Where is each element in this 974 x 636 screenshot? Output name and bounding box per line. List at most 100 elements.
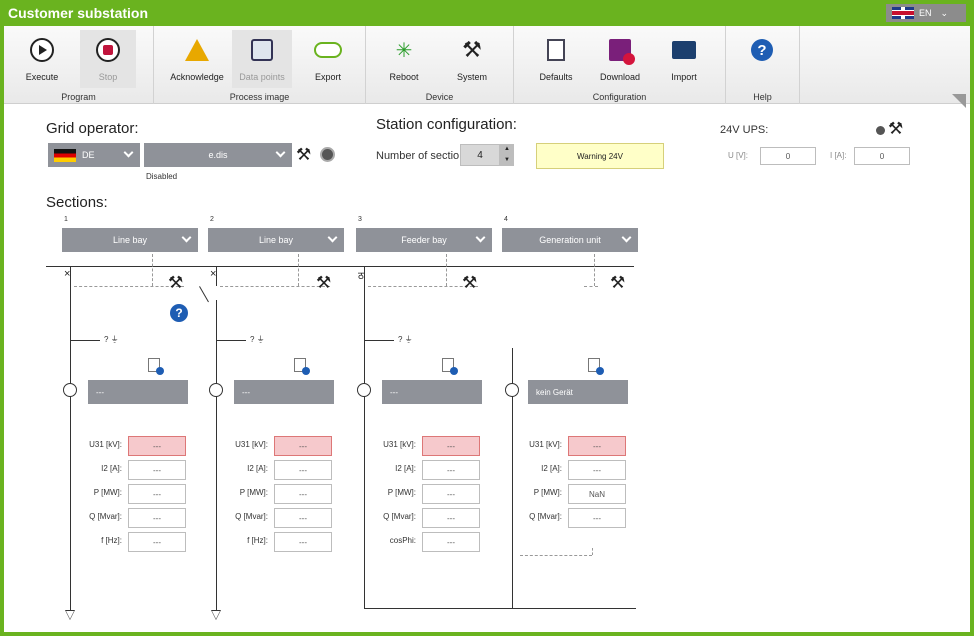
operator-dropdown[interactable]: e.dis xyxy=(144,143,292,167)
data-points-button[interactable]: Data points xyxy=(232,30,292,88)
measurement-label: cosPhi: xyxy=(389,536,416,545)
number-of-sections-label: Number of sectio xyxy=(376,150,460,162)
app-window: Customer substation EN ⌄ Execute Stop Pr… xyxy=(0,0,974,636)
number-of-sections-input[interactable]: 4 xyxy=(460,144,500,166)
signal-dash xyxy=(520,555,592,556)
chevron-down-icon xyxy=(475,232,486,243)
feeder-arrow-icon xyxy=(211,610,221,620)
stop-button[interactable]: Stop xyxy=(80,30,136,88)
measurement-value: --- xyxy=(422,508,480,528)
ribbon-group-configuration: Defaults Download Import Configuration xyxy=(514,26,726,104)
measurement-label: Q [Mvar]: xyxy=(89,512,122,521)
section-type-dropdown[interactable]: Generation unit xyxy=(502,228,638,252)
section-number: 4 xyxy=(504,216,508,223)
section-type-dropdown[interactable]: Line bay xyxy=(208,228,344,252)
signal-dash xyxy=(298,254,299,286)
section-number: 3 xyxy=(358,216,362,223)
measurement-label: P [MW]: xyxy=(93,488,122,497)
measurement-label: U31 [kV]: xyxy=(89,440,122,449)
earth-switch-icon: ? ⏚ xyxy=(398,335,413,344)
current-transformer-icon xyxy=(357,383,371,397)
operator-status-indicator-icon xyxy=(320,147,335,162)
device-bar: --- xyxy=(234,380,334,404)
measurement-label: f [Hz]: xyxy=(247,536,268,545)
device-info-icon[interactable] xyxy=(442,358,458,375)
signal-dash xyxy=(220,286,330,287)
section-settings-icon[interactable]: ⚒ xyxy=(610,274,625,291)
chevron-down-icon xyxy=(327,232,338,243)
measurement-value: --- xyxy=(568,460,626,480)
stop-icon xyxy=(96,38,120,62)
import-button[interactable]: Import xyxy=(656,30,712,88)
chevron-down-icon xyxy=(181,232,192,243)
section-type-dropdown[interactable]: Line bay xyxy=(62,228,198,252)
number-of-sections-stepper[interactable]: ▲ ▼ xyxy=(500,144,514,166)
device-bar: --- xyxy=(382,380,482,404)
reboot-button[interactable]: ✳ Reboot xyxy=(376,30,432,88)
section-number: 1 xyxy=(64,216,68,223)
earth-connection xyxy=(216,340,246,341)
language-label: EN xyxy=(919,8,932,18)
uk-flag-icon xyxy=(892,7,914,19)
warning-icon xyxy=(185,39,209,61)
download-button[interactable]: Download xyxy=(592,30,648,88)
device-bar: kein Gerät xyxy=(528,380,628,404)
device-info-icon[interactable] xyxy=(588,358,604,375)
section-number: 2 xyxy=(210,216,214,223)
system-button[interactable]: ⚒ System xyxy=(444,30,500,88)
section-settings-icon[interactable]: ⚒ xyxy=(316,274,331,291)
measurement-label: U31 [kV]: xyxy=(529,440,562,449)
measurement-value: --- xyxy=(128,508,186,528)
measurement-value: --- xyxy=(128,532,186,552)
measurement-value: --- xyxy=(422,436,480,456)
measurement-value: --- xyxy=(422,532,480,552)
measurement-value: --- xyxy=(274,508,332,528)
measurement-label: P [MW]: xyxy=(533,488,562,497)
resize-corner-icon xyxy=(952,94,966,108)
section-type-value: Line bay xyxy=(258,235,294,245)
section-type-value: Line bay xyxy=(112,235,148,245)
chevron-down-icon xyxy=(275,147,286,158)
stepper-down-icon[interactable]: ▼ xyxy=(500,155,514,166)
help-icon[interactable]: ? xyxy=(170,304,188,322)
language-selector[interactable]: EN ⌄ xyxy=(886,4,966,22)
section-settings-icon[interactable]: ⚒ xyxy=(462,274,477,291)
help-icon: ? xyxy=(751,39,773,61)
ribbon-group-process-image: Acknowledge Data points Export Process i… xyxy=(154,26,366,104)
stepper-up-icon[interactable]: ▲ xyxy=(500,144,514,155)
operator-value: e.dis xyxy=(208,150,228,160)
measurement-label: U31 [kV]: xyxy=(383,440,416,449)
defaults-button[interactable]: Defaults xyxy=(528,30,584,88)
device-info-icon[interactable] xyxy=(148,358,164,375)
breaker-icon: ठ xyxy=(358,271,364,282)
germany-flag-icon xyxy=(54,148,76,162)
acknowledge-button[interactable]: Acknowledge xyxy=(166,30,228,88)
grid-operator-heading: Grid operator: xyxy=(46,120,139,137)
folder-icon xyxy=(672,41,696,59)
execute-button[interactable]: Execute xyxy=(14,30,70,88)
current-transformer-icon xyxy=(209,383,223,397)
export-button[interactable]: Export xyxy=(300,30,356,88)
ribbon-group-program: Execute Stop Program xyxy=(4,26,154,104)
chevron-down-icon xyxy=(621,232,632,243)
country-dropdown[interactable]: DE xyxy=(48,143,140,167)
measurement-value: --- xyxy=(568,508,626,528)
cloud-icon xyxy=(314,42,342,58)
help-button[interactable]: ? xyxy=(734,30,790,88)
signal-dash xyxy=(592,548,593,555)
ribbon-toolbar: Execute Stop Program Acknowledge Data po… xyxy=(4,26,970,108)
device-info-icon[interactable] xyxy=(294,358,310,375)
measurement-label: U31 [kV]: xyxy=(235,440,268,449)
measurement-value: --- xyxy=(274,436,332,456)
operator-settings-icon[interactable]: ⚒ xyxy=(296,146,311,163)
section-settings-icon[interactable]: ⚒ xyxy=(168,274,183,291)
play-icon xyxy=(30,38,54,62)
save-icon xyxy=(609,39,635,65)
feeder-arrow-icon xyxy=(65,610,75,620)
earth-switch-icon: ? ⏚ xyxy=(104,335,119,344)
measurement-label: I2 [A]: xyxy=(541,464,562,473)
device-bar: --- xyxy=(88,380,188,404)
ups-settings-icon[interactable]: ⚒ xyxy=(888,120,903,137)
section-type-dropdown[interactable]: Feeder bay xyxy=(356,228,492,252)
signal-dash xyxy=(584,286,598,287)
